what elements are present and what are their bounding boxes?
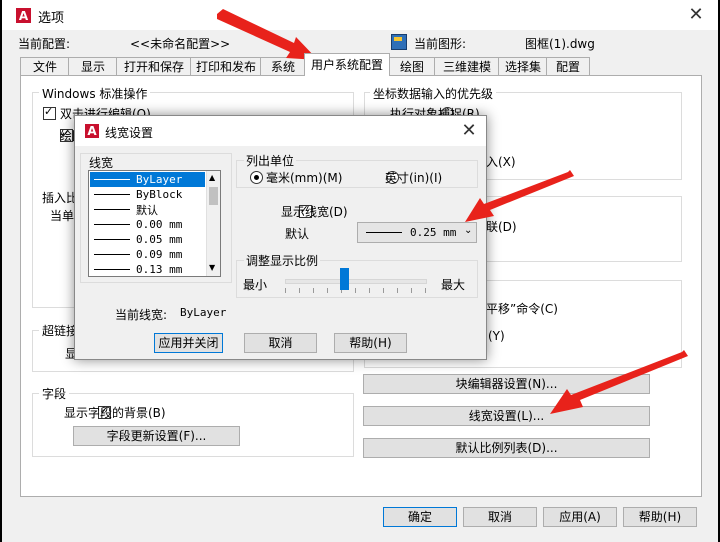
tab-user-preferences[interactable]: 用户系统配置 [304,53,390,76]
arrow-to-lineweight-button-icon [550,350,688,414]
arrow-to-default-dropdown-icon [465,170,574,222]
arrow-to-tab-icon [217,9,318,60]
annotation-arrows [217,9,688,414]
